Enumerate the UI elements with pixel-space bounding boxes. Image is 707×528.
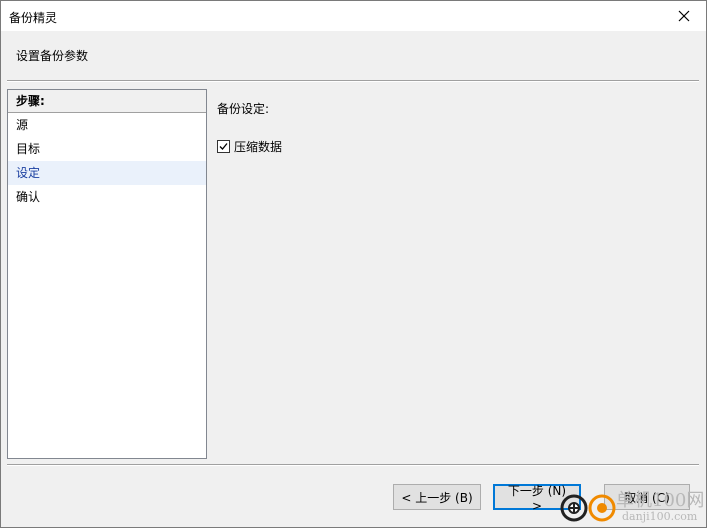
step-item-target[interactable]: 目标 (8, 137, 206, 161)
footer-divider (7, 464, 699, 466)
compress-data-option[interactable]: 压缩数据 (217, 138, 282, 155)
cancel-button[interactable]: 取消 (C) (604, 484, 690, 510)
checkmark-icon (219, 143, 228, 150)
step-item-source[interactable]: 源 (8, 113, 206, 137)
steps-panel: 步骤: 源 目标 设定 确认 (7, 89, 207, 459)
backup-wizard-window: 备份精灵 设置备份参数 步骤: 源 目标 设定 确认 备份设定: 压缩数据 < … (0, 0, 707, 528)
steps-header: 步骤: (8, 90, 206, 113)
header-divider (7, 80, 699, 82)
backup-settings-label: 备份设定: (217, 102, 270, 116)
close-button[interactable] (662, 1, 706, 31)
back-button[interactable]: < 上一步 (B) (393, 484, 481, 510)
title-bar: 备份精灵 (1, 1, 706, 31)
compress-data-label: 压缩数据 (234, 140, 283, 154)
compress-data-checkbox[interactable] (217, 140, 230, 153)
step-item-confirm[interactable]: 确认 (8, 185, 206, 209)
close-icon (678, 10, 690, 22)
next-button[interactable]: 下一步 (N) > (493, 484, 581, 513)
page-title: 设置备份参数 (16, 49, 89, 63)
window-title: 备份精灵 (9, 11, 58, 25)
step-item-settings[interactable]: 设定 (8, 161, 206, 185)
wizard-header: 设置备份参数 (1, 31, 706, 79)
